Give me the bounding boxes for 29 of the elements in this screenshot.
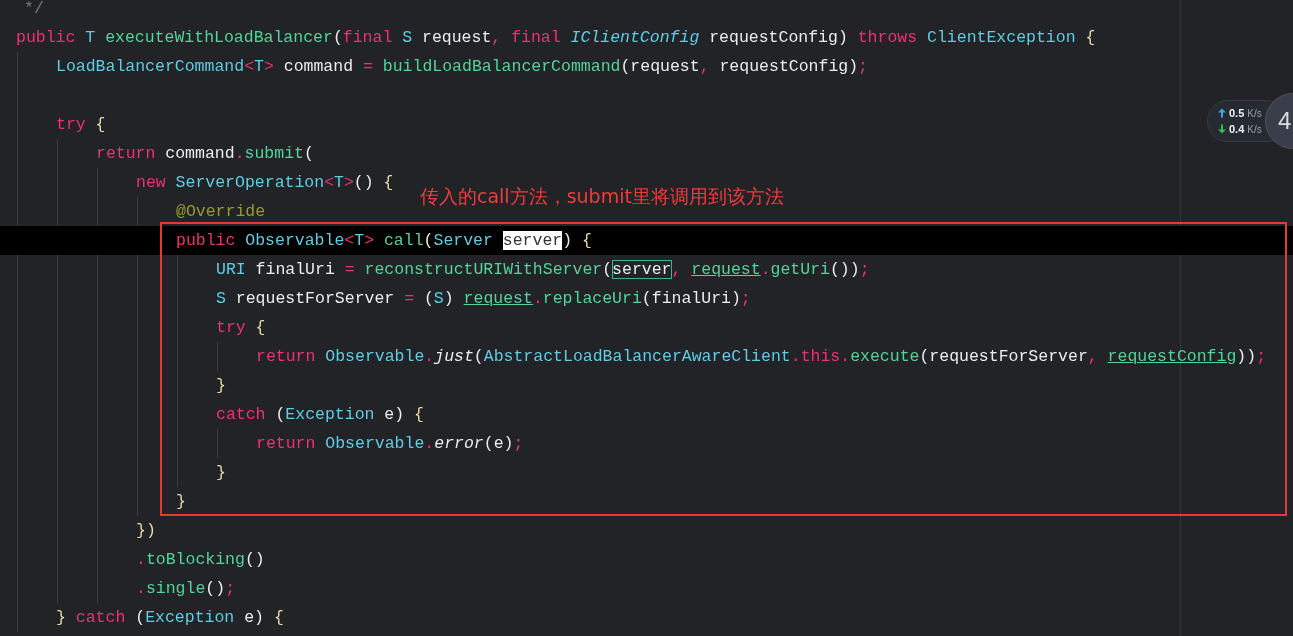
code-line: try {: [216, 317, 266, 339]
code-line: }): [136, 520, 156, 542]
code-line: public T executeWithLoadBalancer(final S request, final IClientConfig requestConfig) throws ClientException {: [16, 27, 1096, 49]
download-arrow-icon: [1218, 124, 1226, 134]
code-line: .toBlocking(): [136, 549, 265, 571]
annotation-text: 传入的call方法，submit里将调用到该方法: [420, 184, 784, 209]
code-line: }: [216, 462, 226, 484]
code-line: .single();: [136, 578, 236, 600]
current-code-line: public Observable<T> call(Server server) {: [176, 230, 592, 252]
code-line: @Override: [176, 201, 266, 223]
code-line: return Observable.just(AbstractLoadBalancerAwareClient.this.execute(requestForServer, requestConfig));: [256, 346, 1267, 368]
code-line: S requestForServer = (S) request.replaceUri(finalUri);: [216, 288, 751, 310]
code-line: }: [176, 491, 186, 513]
speed-unit: K/s: [1247, 108, 1262, 119]
code-line: LoadBalancerCommand<T> command = buildLoadBalancerCommand(request, requestConfig);: [56, 56, 868, 78]
code-line: } catch (Exception e) {: [56, 607, 284, 629]
code-line: */: [24, 0, 44, 20]
download-speed: 0.4: [1229, 123, 1245, 135]
code-line: URI finalUri = reconstructURIWithServer(server, request.getUri());: [216, 259, 870, 281]
code-line: return command.submit(: [96, 143, 314, 165]
code-line: try {: [56, 114, 106, 136]
code-line: return Observable.error(e);: [256, 433, 524, 455]
floating-ball[interactable]: 4: [1265, 93, 1293, 149]
code-line: catch (Exception e) {: [216, 404, 424, 426]
code-line: new ServerOperation<T>() {: [136, 172, 394, 194]
speed-unit: K/s: [1247, 124, 1262, 135]
code-line: }: [216, 375, 226, 397]
upload-speed: 0.5: [1229, 107, 1245, 119]
upload-arrow-icon: [1218, 108, 1226, 118]
